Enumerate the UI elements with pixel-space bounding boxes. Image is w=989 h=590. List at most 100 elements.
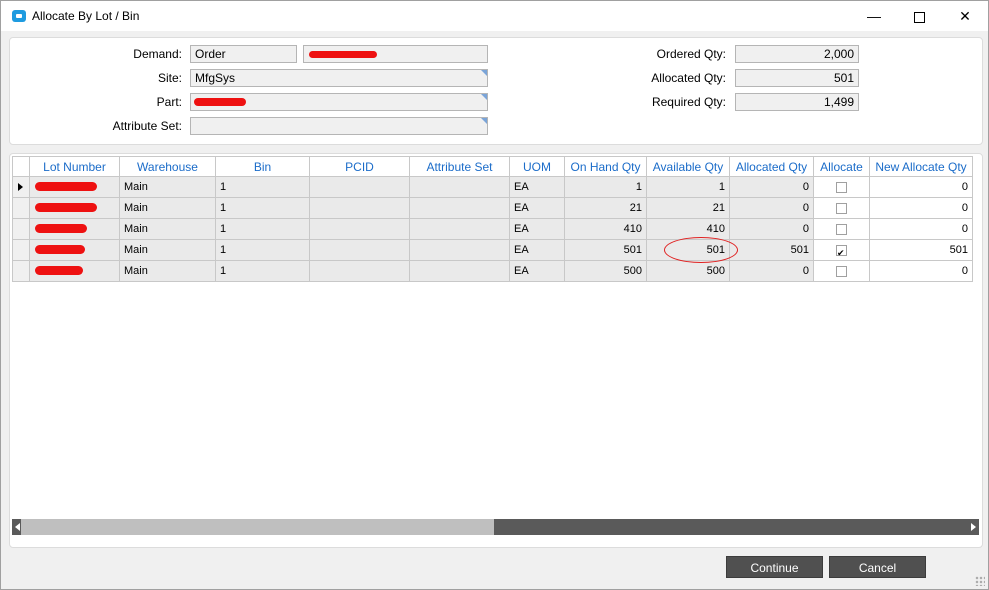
pcid-cell (310, 240, 410, 261)
window-title: Allocate By Lot / Bin (32, 9, 140, 23)
demand-type-field[interactable]: Order (190, 45, 297, 63)
close-button[interactable]: ✕ (942, 1, 988, 31)
lot-number-cell[interactable] (30, 219, 120, 240)
attr-cell (410, 261, 510, 282)
allocate-cell[interactable] (814, 198, 870, 219)
allocated-cell: 501 (730, 240, 814, 261)
attr-cell (410, 198, 510, 219)
minimize-icon: — (867, 8, 881, 24)
lot-number-cell[interactable] (30, 177, 120, 198)
attr-cell (410, 177, 510, 198)
ordered-qty-label: Ordered Qty: (656, 47, 726, 61)
available-cell: 21 (647, 198, 730, 219)
redaction-mark (194, 98, 246, 106)
maximize-button[interactable] (896, 1, 942, 31)
bin-cell: 1 (216, 198, 310, 219)
column-header[interactable]: UOM (510, 156, 565, 177)
allocated-qty-field: 501 (735, 69, 859, 87)
uom-cell: EA (510, 177, 565, 198)
newalloc-cell[interactable]: 0 (870, 261, 973, 282)
lot-number-cell[interactable] (30, 261, 120, 282)
bin-cell: 1 (216, 261, 310, 282)
app-icon (12, 10, 26, 22)
allocate-checkbox[interactable] (836, 243, 847, 260)
uom-cell: EA (510, 240, 565, 261)
available-cell: 500 (647, 261, 730, 282)
warehouse-cell: Main (120, 261, 216, 282)
site-field[interactable]: MfgSys (190, 69, 488, 87)
allocated-cell: 0 (730, 219, 814, 240)
allocated-cell: 0 (730, 261, 814, 282)
allocate-cell[interactable] (814, 177, 870, 198)
bin-cell: 1 (216, 177, 310, 198)
scrollbar-thumb[interactable] (21, 519, 494, 535)
redaction-mark (35, 203, 97, 212)
onhand-cell: 1 (565, 177, 647, 198)
allocated-cell: 0 (730, 177, 814, 198)
scroll-left-icon[interactable] (15, 523, 20, 531)
column-header[interactable]: Available Qty (647, 156, 730, 177)
column-header[interactable]: Allocated Qty (730, 156, 814, 177)
cancel-button[interactable]: Cancel (829, 556, 926, 578)
column-header[interactable]: Warehouse (120, 156, 216, 177)
row-selector[interactable] (12, 240, 30, 261)
column-header[interactable]: PCID (310, 156, 410, 177)
uom-cell: EA (510, 219, 565, 240)
warehouse-cell: Main (120, 198, 216, 219)
column-header[interactable]: Allocate (814, 156, 870, 177)
allocate-checkbox[interactable] (836, 182, 847, 193)
uom-cell: EA (510, 261, 565, 282)
row-selector[interactable] (12, 219, 30, 240)
annotation-circle (664, 237, 738, 263)
allocate-checkbox[interactable] (836, 224, 847, 235)
demand-label: Demand: (133, 47, 182, 61)
part-field[interactable] (190, 93, 488, 111)
newalloc-cell[interactable]: 501 (870, 240, 973, 261)
column-header[interactable]: On Hand Qty (565, 156, 647, 177)
redaction-mark (309, 51, 377, 58)
newalloc-cell[interactable]: 0 (870, 198, 973, 219)
demand-number-field[interactable] (303, 45, 488, 63)
warehouse-cell: Main (120, 177, 216, 198)
attribute-set-label: Attribute Set: (112, 119, 182, 133)
row-header-corner (12, 156, 30, 177)
attribute-set-field[interactable] (190, 117, 488, 135)
row-selector[interactable] (12, 261, 30, 282)
column-header[interactable]: Lot Number (30, 156, 120, 177)
continue-button[interactable]: Continue (726, 556, 823, 578)
redaction-mark (35, 266, 83, 275)
uom-cell: EA (510, 198, 565, 219)
allocate-checkbox[interactable] (836, 266, 847, 277)
allocate-dialog: Allocate By Lot / Bin — ✕ Demand: Order … (0, 0, 989, 590)
resize-grip-icon[interactable] (975, 576, 985, 586)
header-form-panel: Demand: Order Site: MfgSys Part: Attribu… (9, 37, 983, 145)
ordered-qty-field: 2,000 (735, 45, 859, 63)
allocate-cell[interactable] (814, 261, 870, 282)
pcid-cell (310, 261, 410, 282)
row-selector[interactable] (12, 177, 30, 198)
lot-number-cell[interactable] (30, 240, 120, 261)
column-header[interactable]: Attribute Set (410, 156, 510, 177)
attr-cell (410, 219, 510, 240)
column-header[interactable]: New Allocate Qty (870, 156, 973, 177)
scroll-right-icon[interactable] (971, 523, 976, 531)
redaction-mark (35, 182, 97, 191)
row-selector[interactable] (12, 198, 30, 219)
attr-cell (410, 240, 510, 261)
minimize-button[interactable]: — (851, 1, 897, 31)
allocate-cell[interactable] (814, 219, 870, 240)
column-header[interactable]: Bin (216, 156, 310, 177)
allocated-qty-label: Allocated Qty: (651, 71, 726, 85)
newalloc-cell[interactable]: 0 (870, 219, 973, 240)
onhand-cell: 21 (565, 198, 647, 219)
redaction-mark (35, 245, 85, 254)
title-bar[interactable]: Allocate By Lot / Bin — ✕ (1, 1, 988, 31)
lot-number-cell[interactable] (30, 198, 120, 219)
allocate-checkbox[interactable] (836, 203, 847, 214)
maximize-icon (913, 11, 925, 23)
available-cell: 1 (647, 177, 730, 198)
newalloc-cell[interactable]: 0 (870, 177, 973, 198)
allocate-cell[interactable] (814, 240, 870, 261)
horizontal-scrollbar[interactable] (12, 519, 979, 535)
warehouse-cell: Main (120, 219, 216, 240)
